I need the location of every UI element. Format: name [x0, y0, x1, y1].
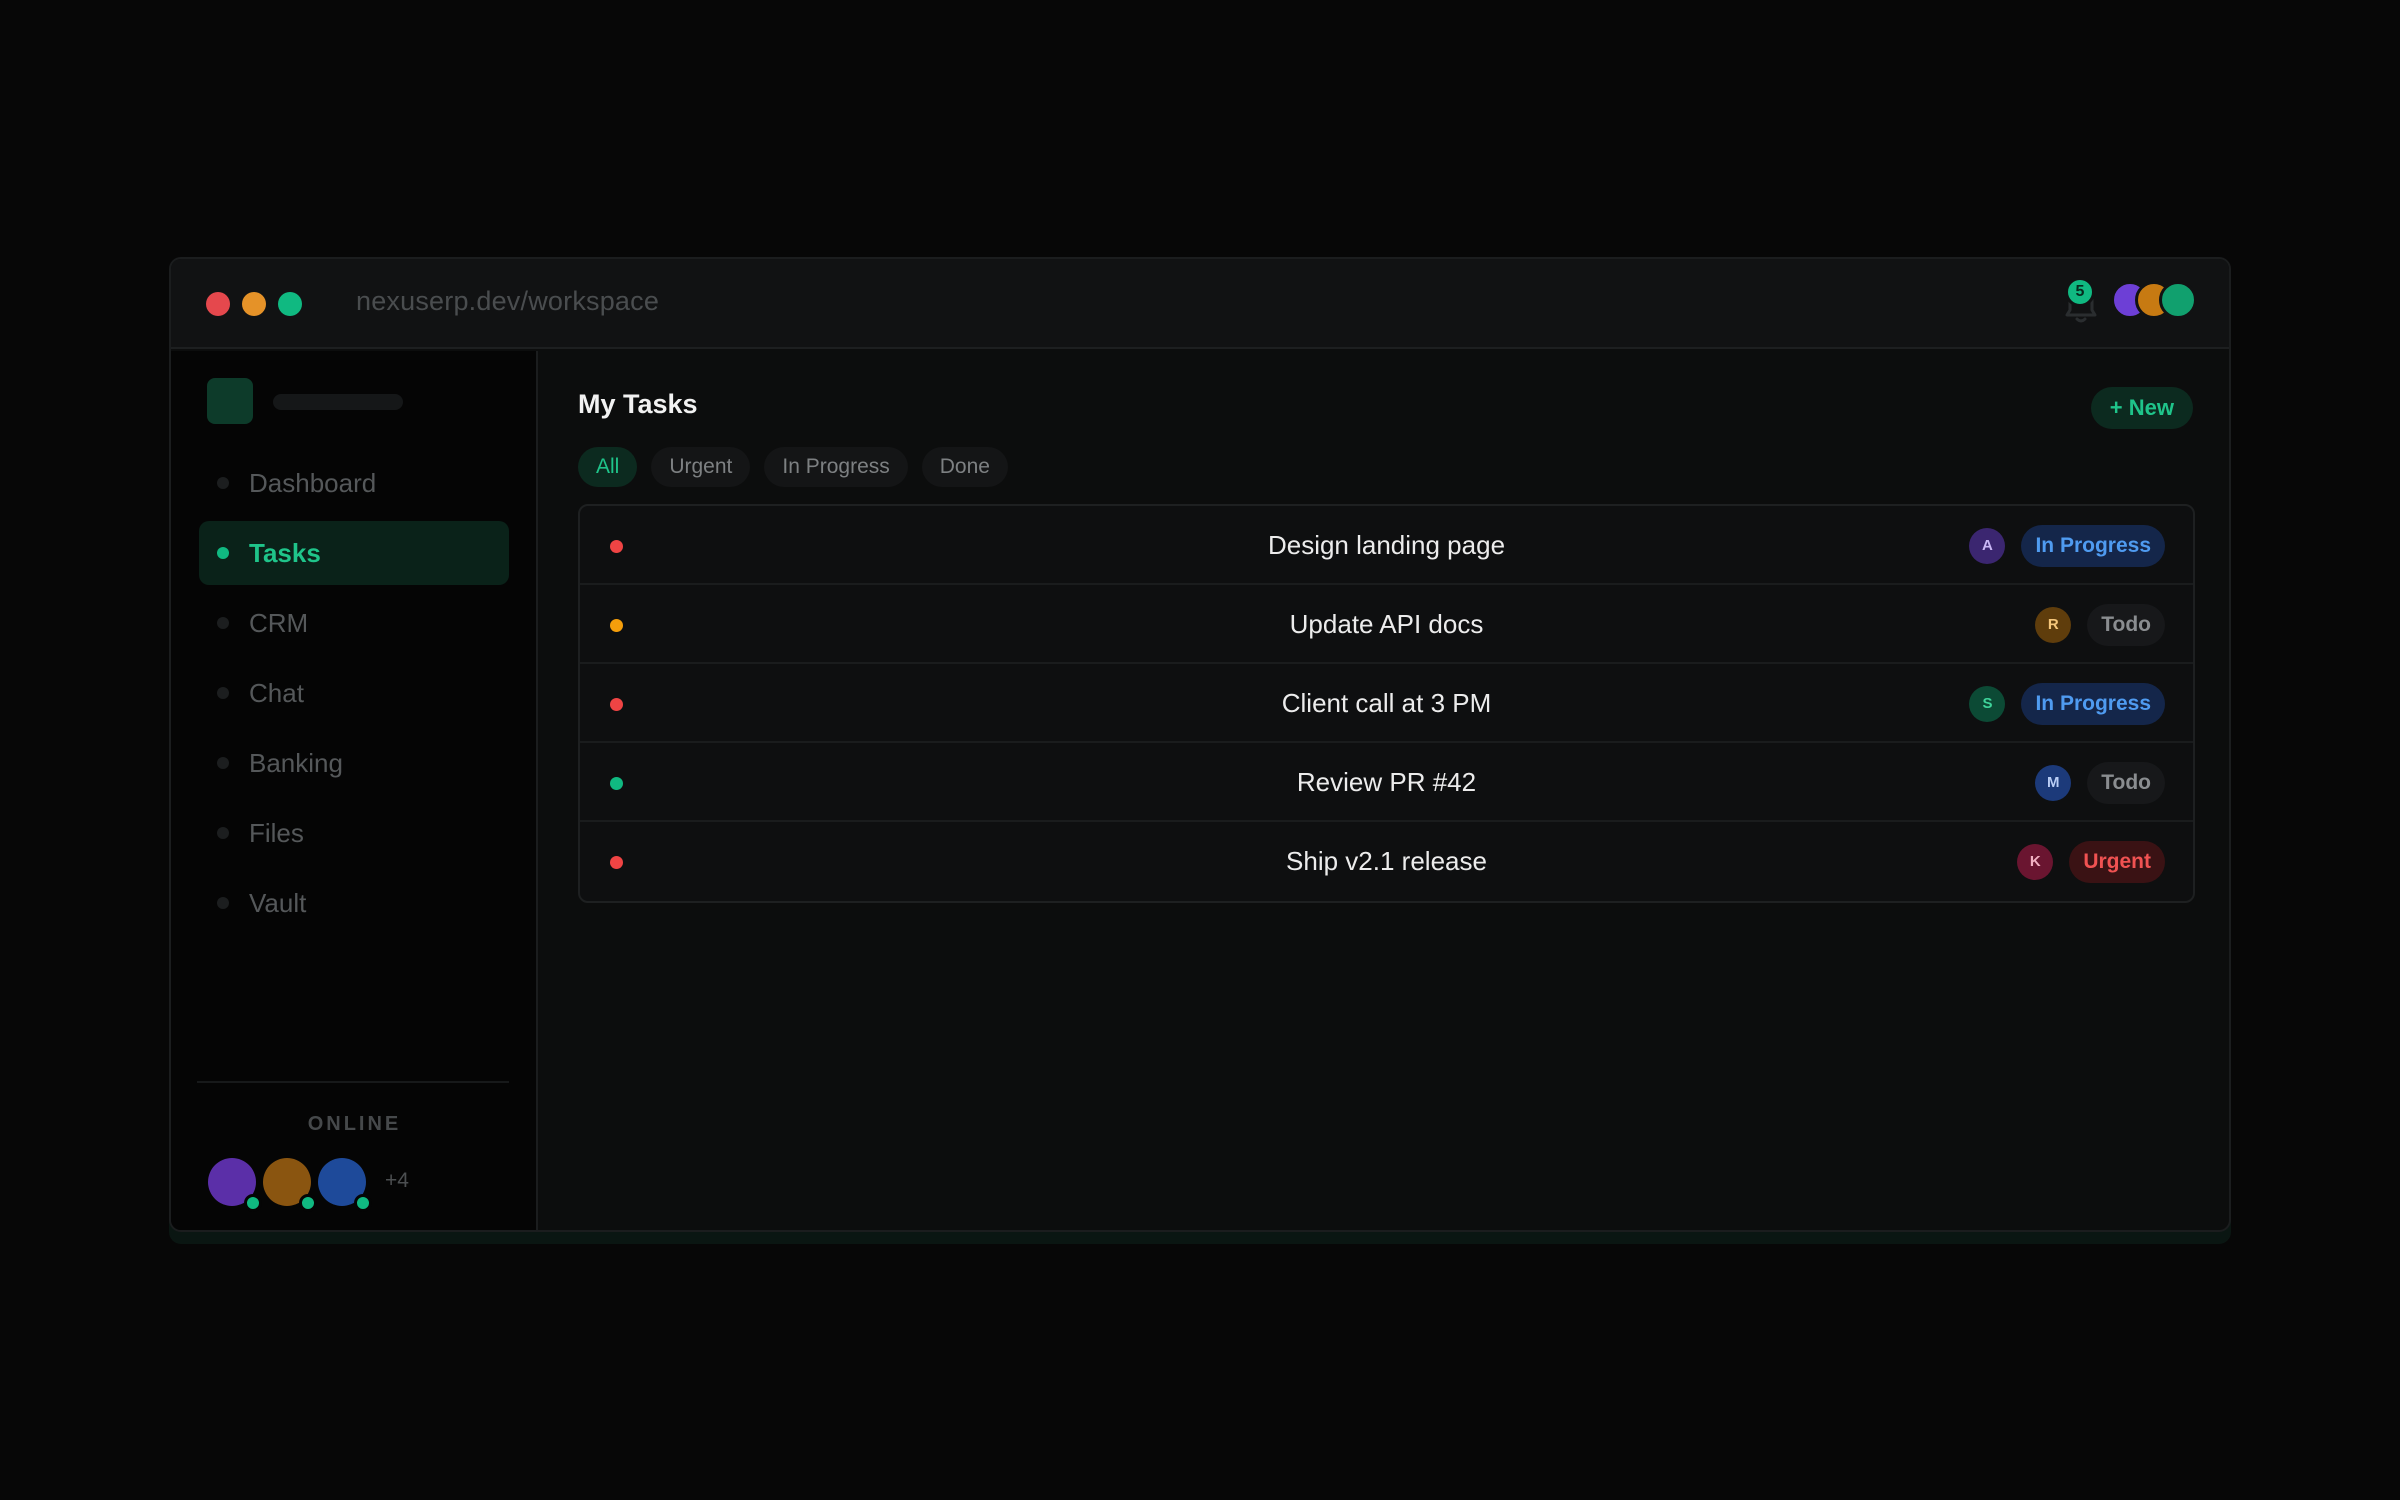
- filter-in-progress[interactable]: In Progress: [764, 447, 908, 487]
- sidebar-item-label: CRM: [249, 607, 309, 638]
- filter-done[interactable]: Done: [921, 447, 1008, 487]
- online-user-avatar[interactable]: [208, 1158, 262, 1212]
- online-user-avatar[interactable]: [263, 1158, 317, 1212]
- sidebar-item-label: Vault: [249, 887, 307, 918]
- collaborators-avatars[interactable]: [2111, 281, 2211, 321]
- avatar: [2159, 281, 2197, 319]
- task-row[interactable]: Review PR #42 M Todo: [580, 743, 2193, 822]
- app-logo[interactable]: [207, 378, 253, 424]
- nav-dot-icon: [217, 827, 229, 839]
- browser-titlebar: nexuserp.dev/workspace 5: [171, 259, 2229, 349]
- status-badge: In Progress: [2021, 524, 2165, 567]
- sidebar: Dashboard Tasks CRM Chat Banking Files V…: [171, 351, 538, 1230]
- assignee-avatar[interactable]: K: [2017, 843, 2054, 880]
- task-title: Review PR #42: [1296, 767, 1477, 797]
- new-task-button[interactable]: + New: [2090, 387, 2193, 429]
- sidebar-item-vault[interactable]: Vault: [199, 871, 509, 935]
- sidebar-item-chat[interactable]: Chat: [199, 661, 509, 725]
- assignee-avatar[interactable]: R: [2035, 606, 2072, 643]
- notification-count-badge: 5: [2065, 277, 2095, 307]
- sidebar-item-label: Dashboard: [249, 467, 377, 498]
- app-name-placeholder: [273, 394, 403, 410]
- assignee-avatar[interactable]: A: [1969, 527, 2006, 564]
- app-window: nexuserp.dev/workspace 5 Dashboard Tasks: [169, 257, 2231, 1232]
- assignee-avatar[interactable]: M: [2035, 764, 2072, 801]
- online-users-more-count[interactable]: +4: [385, 1169, 409, 1193]
- task-title: Client call at 3 PM: [1281, 688, 1492, 718]
- status-badge: Todo: [2087, 761, 2165, 804]
- task-row[interactable]: Ship v2.1 release K Urgent: [580, 822, 2193, 901]
- filter-all[interactable]: All: [578, 447, 638, 487]
- nav-dot-icon: [217, 687, 229, 699]
- task-title: Update API docs: [1289, 609, 1484, 639]
- sidebar-item-crm[interactable]: CRM: [199, 591, 509, 655]
- nav-dot-icon: [217, 617, 229, 629]
- task-meta: R Todo: [2035, 585, 2165, 664]
- sidebar-item-files[interactable]: Files: [199, 801, 509, 865]
- task-meta: M Todo: [2035, 743, 2165, 822]
- divider: [197, 1081, 509, 1083]
- online-status-indicator: [299, 1194, 317, 1212]
- filter-urgent[interactable]: Urgent: [651, 447, 751, 487]
- sidebar-item-label: Tasks: [249, 537, 321, 568]
- nav-dot-icon: [217, 547, 229, 559]
- minimize-window-button[interactable]: [242, 292, 266, 316]
- maximize-window-button[interactable]: [278, 292, 302, 316]
- page-title: My Tasks: [578, 389, 698, 419]
- status-badge: In Progress: [2021, 682, 2165, 725]
- task-row[interactable]: Update API docs R Todo: [580, 585, 2193, 664]
- task-row[interactable]: Design landing page A In Progress: [580, 506, 2193, 585]
- sidebar-item-label: Files: [249, 817, 304, 848]
- nav-dot-icon: [217, 897, 229, 909]
- nav-dot-icon: [217, 477, 229, 489]
- sidebar-item-banking[interactable]: Banking: [199, 731, 509, 795]
- task-title: Design landing page: [1267, 530, 1506, 560]
- task-meta: K Urgent: [2017, 822, 2165, 901]
- online-users-heading: ONLINE: [307, 1113, 402, 1135]
- sidebar-item-label: Banking: [249, 747, 343, 778]
- sidebar-item-dashboard[interactable]: Dashboard: [199, 451, 509, 515]
- task-row[interactable]: Client call at 3 PM S In Progress: [580, 664, 2193, 743]
- status-badge: Urgent: [2069, 840, 2165, 883]
- task-list: Design landing page A In Progress Update…: [578, 504, 2195, 903]
- close-window-button[interactable]: [206, 292, 230, 316]
- task-filter-tabs: All Urgent In Progress Done: [578, 447, 1008, 487]
- online-status-indicator: [354, 1194, 372, 1212]
- task-meta: S In Progress: [1969, 664, 2165, 743]
- sidebar-item-label: Chat: [249, 677, 304, 708]
- status-badge: Todo: [2087, 603, 2165, 646]
- nav-dot-icon: [217, 757, 229, 769]
- sidebar-item-tasks[interactable]: Tasks: [199, 521, 509, 585]
- task-meta: A In Progress: [1969, 506, 2165, 585]
- task-title: Ship v2.1 release: [1286, 846, 1487, 876]
- assignee-avatar[interactable]: S: [1969, 685, 2006, 722]
- online-user-avatar[interactable]: [318, 1158, 372, 1212]
- address-bar-url[interactable]: nexuserp.dev/workspace: [356, 286, 659, 317]
- main-content: My Tasks + New All Urgent In Progress Do…: [540, 351, 2229, 1230]
- online-status-indicator: [244, 1194, 262, 1212]
